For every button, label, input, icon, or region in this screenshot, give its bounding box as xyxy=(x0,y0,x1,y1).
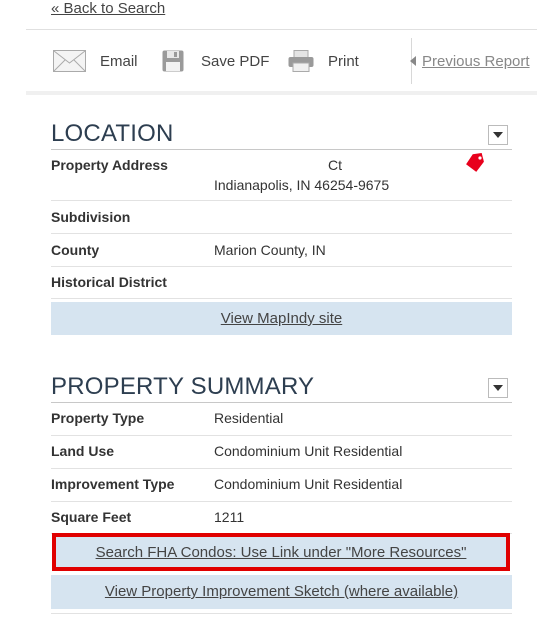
chevron-down-icon xyxy=(493,385,503,391)
square-feet-key: Square Feet xyxy=(51,509,132,525)
email-button[interactable]: Email xyxy=(53,30,138,92)
price-tag-icon[interactable] xyxy=(465,153,485,173)
report-toolbar: Email Save PDF Print Previous Report xyxy=(26,29,537,93)
county-key: County xyxy=(51,242,100,258)
caret-left-icon xyxy=(410,56,416,66)
bottom-divider xyxy=(51,613,512,614)
county-value: Marion County, IN xyxy=(214,242,326,258)
historical-district-key: Historical District xyxy=(51,274,167,290)
email-label: Email xyxy=(100,52,138,70)
property-summary-heading: PROPERTY SUMMARY xyxy=(51,373,315,400)
property-address-line2: Indianapolis, IN 46254-9675 xyxy=(214,177,390,193)
floppy-disk-icon xyxy=(162,50,184,72)
property-address-line1: Ct xyxy=(328,157,342,173)
row-county: County Marion County, IN xyxy=(51,233,512,267)
back-to-search-link[interactable]: « Back to Search xyxy=(51,0,165,17)
subdivision-key: Subdivision xyxy=(51,209,131,225)
improvement-type-key: Improvement Type xyxy=(51,476,175,492)
row-property-address: Property Address Ct Indianapolis, IN 462… xyxy=(51,150,512,201)
view-improvement-sketch-link[interactable]: View Property Improvement Sketch (where … xyxy=(51,575,512,609)
property-type-key: Property Type xyxy=(51,410,145,426)
search-fha-condos-link[interactable]: Search FHA Condos: Use Link under "More … xyxy=(52,533,510,571)
improvement-type-value: Condominium Unit Residential xyxy=(214,476,403,492)
row-property-type: Property Type Residential xyxy=(51,403,512,436)
square-feet-value: 1211 xyxy=(214,509,245,525)
previous-report-link[interactable]: Previous Report xyxy=(410,30,530,92)
print-label: Print xyxy=(328,52,359,70)
land-use-value: Condominium Unit Residential xyxy=(214,443,403,459)
location-heading: LOCATION xyxy=(51,120,174,147)
land-use-key: Land Use xyxy=(51,443,115,459)
summary-collapse-button[interactable] xyxy=(488,378,508,398)
row-subdivision: Subdivision xyxy=(51,200,512,234)
property-address-key: Property Address xyxy=(51,157,168,173)
view-mapindy-link[interactable]: View MapIndy site xyxy=(51,302,512,335)
toolbar-shadow xyxy=(26,91,537,95)
chevron-down-icon xyxy=(493,132,503,138)
previous-report-label: Previous Report xyxy=(422,52,530,70)
row-square-feet: Square Feet 1211 xyxy=(51,501,512,534)
print-button[interactable]: Print xyxy=(288,30,359,92)
save-pdf-label: Save PDF xyxy=(201,52,270,70)
property-type-value: Residential xyxy=(214,410,284,426)
location-collapse-button[interactable] xyxy=(488,125,508,145)
save-pdf-button[interactable]: Save PDF xyxy=(162,30,269,92)
row-historical-district: Historical District xyxy=(51,266,512,299)
printer-icon xyxy=(288,50,314,72)
envelope-icon xyxy=(53,50,86,72)
row-land-use: Land Use Condominium Unit Residential xyxy=(51,435,512,469)
row-improvement-type: Improvement Type Condominium Unit Reside… xyxy=(51,468,512,502)
